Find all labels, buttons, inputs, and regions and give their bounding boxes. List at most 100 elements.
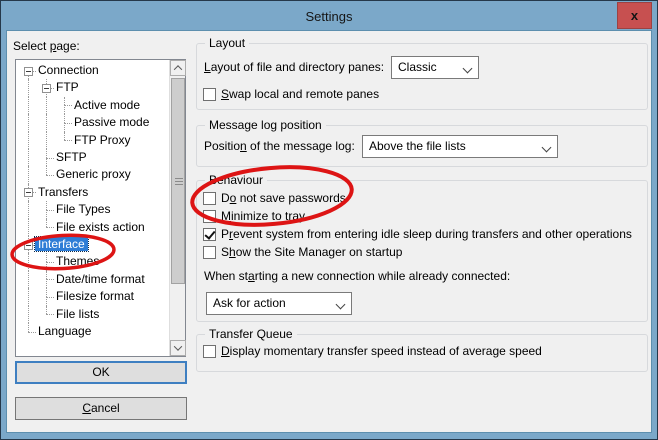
cancel-button-label: Cancel: [82, 401, 120, 415]
tree-row-passive-mode: Passive mode: [16, 114, 169, 132]
tree-scrollbar[interactable]: [169, 60, 186, 356]
tree-item-sftp[interactable]: SFTP: [53, 150, 90, 164]
tree-guide-line: [64, 105, 65, 115]
do-not-save-passwords-checkbox[interactable]: [203, 192, 216, 205]
tree-item-connection[interactable]: Connection: [35, 63, 102, 77]
tree-item-active-mode[interactable]: Active mode: [71, 98, 143, 112]
tree-row-interface: Interface: [16, 236, 169, 254]
settings-dialog: Settings x Select page: Connection FTP Act…: [0, 0, 658, 440]
tree-item-ftp-proxy[interactable]: FTP Proxy: [71, 133, 133, 147]
minimize-to-tray-label[interactable]: Minimize to tray: [221, 209, 305, 224]
display-momentary-speed-label[interactable]: Display momentary transfer speed instead…: [221, 344, 542, 359]
tree-item-language[interactable]: Language: [35, 324, 94, 338]
prevent-idle-sleep-checkbox[interactable]: [203, 228, 216, 241]
tree-guide-line: [28, 288, 29, 306]
tree-row-file-lists: File lists: [16, 305, 169, 323]
tree-guide-line: [28, 114, 29, 132]
close-icon: x: [630, 8, 639, 23]
tree-item-file-lists[interactable]: File lists: [53, 307, 102, 321]
group-transfer-queue-title: Transfer Queue: [205, 327, 297, 342]
tree-row-themes: Themes: [16, 253, 169, 271]
ok-button-label: OK: [92, 365, 110, 379]
tree-collapse-icon[interactable]: [42, 84, 51, 94]
tree-guide-line: [46, 270, 47, 280]
tree-item-generic-proxy[interactable]: Generic proxy: [53, 167, 134, 181]
minimize-to-tray-checkbox[interactable]: [203, 210, 216, 223]
do-not-save-passwords-label[interactable]: Do not save passwords: [221, 191, 346, 206]
tree-item-date-time-format[interactable]: Date/time format: [53, 272, 148, 286]
swap-local-remote-label[interactable]: Swap local and remote panes: [221, 87, 379, 102]
tree-guide-line: [28, 323, 29, 332]
tree-guide-line: [28, 96, 29, 115]
ok-button[interactable]: OK: [15, 361, 187, 384]
scrollbar-grip-icon: [175, 181, 183, 182]
tree-item-filesize-format[interactable]: Filesize format: [53, 289, 137, 303]
tree-collapse-icon[interactable]: [24, 66, 33, 76]
tree-row-connection: Connection: [16, 62, 169, 80]
chevron-up-icon: [173, 65, 183, 74]
prevent-idle-sleep-label[interactable]: Prevent system from entering idle sleep …: [221, 227, 632, 242]
select-page-label: Select page:: [13, 39, 80, 53]
panes-layout-label: Layout of file and directory panes:: [204, 60, 385, 74]
group-message-log-title: Message log position: [205, 118, 326, 133]
group-behaviour-title: Behaviour: [205, 173, 268, 188]
already-connected-action-combobox[interactable]: Ask for action: [206, 292, 352, 315]
tree-item-file-types[interactable]: File Types: [53, 202, 113, 216]
window-title: Settings: [305, 8, 353, 24]
scroll-up-button[interactable]: [170, 60, 186, 76]
tree-guide-line: [28, 166, 29, 184]
tree-guide-line: [46, 296, 47, 306]
message-log-position-combobox[interactable]: Above the file lists: [362, 135, 558, 158]
tree-guide-line: [46, 131, 47, 149]
tree-row-filesize-format: Filesize format: [16, 288, 169, 306]
tree-guide-line: [28, 201, 29, 219]
tree-row-date-time-format: Date/time format: [16, 270, 169, 289]
tree-guide-line: [64, 96, 65, 106]
cancel-button[interactable]: Cancel: [15, 397, 187, 420]
scroll-down-button[interactable]: [170, 340, 186, 356]
scrollbar-thumb[interactable]: [171, 78, 185, 284]
chevron-down-icon: [462, 63, 473, 74]
show-site-manager-on-startup-checkbox[interactable]: [203, 246, 216, 259]
tree-guide-line: [28, 79, 29, 97]
tree-collapse-icon[interactable]: [24, 188, 33, 198]
tree-guide-line: [46, 166, 47, 176]
tree-guide-line: [46, 253, 47, 263]
tree-guide-line: [46, 305, 47, 315]
chevron-down-icon: [541, 142, 552, 153]
tree-guide-line: [64, 122, 65, 132]
chevron-down-icon: [335, 299, 346, 310]
chevron-down-icon: [173, 342, 183, 351]
tree-row-file-exists-action: File exists action: [16, 218, 169, 236]
tree-item-ftp[interactable]: FTP: [53, 80, 82, 94]
close-button[interactable]: x: [617, 2, 652, 29]
tree-guide-line: [28, 253, 29, 271]
swap-local-remote-checkbox[interactable]: [203, 88, 216, 101]
tree-row-generic-proxy: Generic proxy: [16, 166, 169, 184]
tree-guide-line: [46, 262, 47, 271]
tree-item-themes[interactable]: Themes: [53, 254, 102, 268]
tree-item-interface[interactable]: Interface: [34, 236, 89, 252]
page-tree[interactable]: Connection FTP Active mode Passive mode FTP …: [15, 59, 186, 357]
message-log-position-value: Above the file lists: [369, 139, 466, 153]
group-layout-title: Layout: [205, 36, 250, 51]
tree-guide-line: [64, 114, 65, 123]
tree-guide-line: [46, 279, 47, 289]
tree-guide-line: [64, 131, 65, 141]
tree-collapse-icon[interactable]: [24, 240, 33, 250]
tree-row-ftp-proxy: FTP Proxy: [16, 131, 169, 149]
tree-item-file-exists-action[interactable]: File exists action: [53, 220, 148, 234]
tree-guide-line: [28, 270, 29, 289]
tree-guide-line: [28, 218, 29, 236]
title-bar[interactable]: Settings: [1, 1, 657, 31]
tree-item-passive-mode[interactable]: Passive mode: [71, 115, 152, 129]
tree-row-ftp: FTP: [16, 79, 169, 97]
message-log-position-label: Position of the message log:: [204, 139, 355, 153]
display-momentary-speed-checkbox[interactable]: [203, 345, 216, 358]
panes-layout-combobox[interactable]: Classic: [391, 56, 479, 79]
show-site-manager-on-startup-label[interactable]: Show the Site Manager on startup: [221, 245, 402, 260]
tree-row-transfers: Transfers: [16, 183, 169, 202]
tree-item-transfers[interactable]: Transfers: [35, 185, 91, 199]
tree-guide-line: [46, 149, 47, 158]
tree-guide-line: [46, 114, 47, 132]
